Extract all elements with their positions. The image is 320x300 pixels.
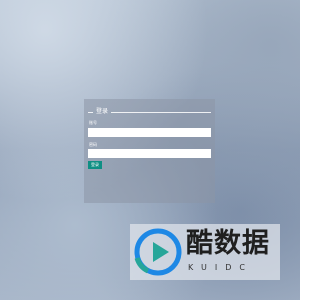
watermark-name-en: KUIDC — [188, 263, 253, 272]
login-title: 登录 — [96, 108, 109, 115]
username-label: 账号 — [89, 120, 97, 125]
watermark-logo: 酷数据 KUIDC — [130, 224, 280, 280]
password-label: 密码 — [89, 142, 97, 147]
watermark-name-cn: 酷数据 — [186, 228, 270, 259]
username-field[interactable] — [88, 128, 211, 137]
legend-line — [111, 111, 211, 113]
play-logo-icon — [134, 228, 182, 276]
login-panel: 登录 账号 密码 登录 — [84, 99, 215, 203]
legend-dash — [88, 111, 93, 113]
password-field[interactable] — [88, 149, 211, 158]
login-button[interactable]: 登录 — [88, 161, 102, 169]
login-legend: 登录 — [88, 107, 211, 117]
